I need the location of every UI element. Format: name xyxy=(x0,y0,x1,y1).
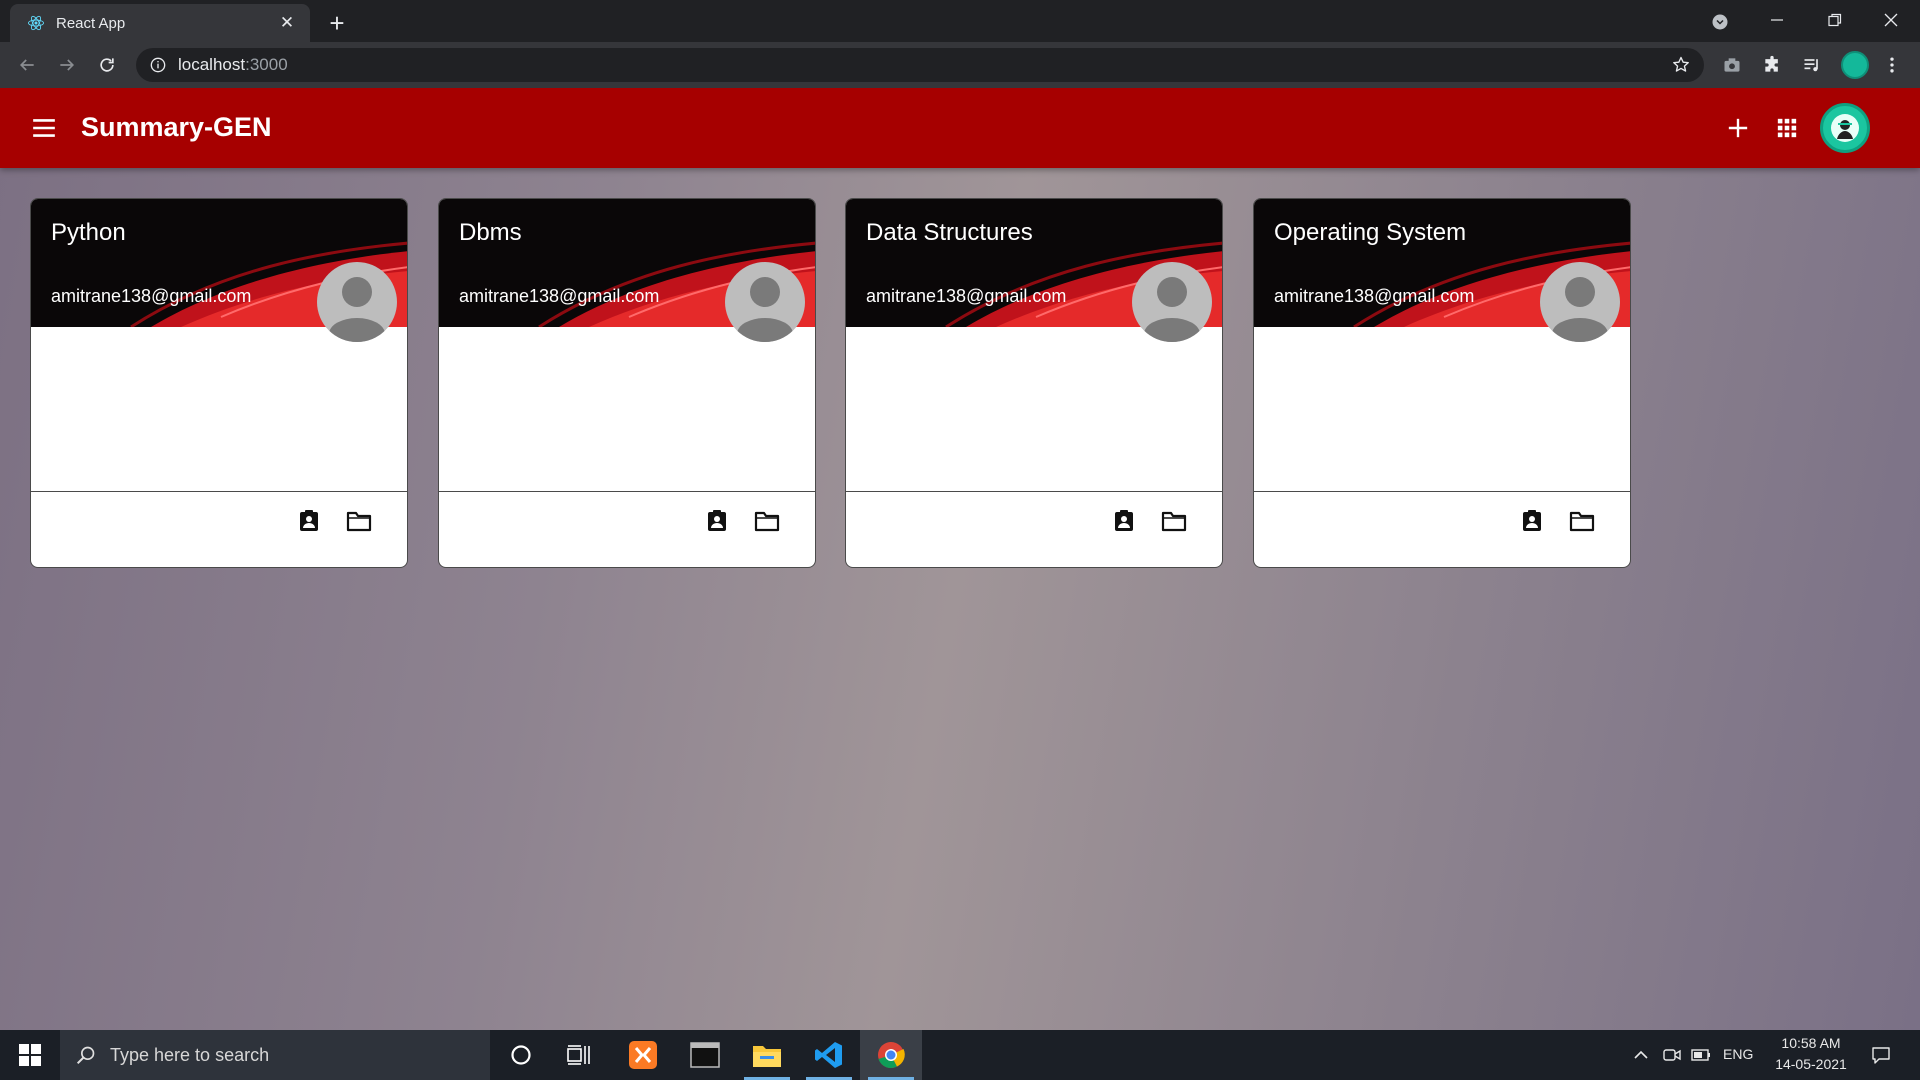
app-title[interactable]: Summary-GEN xyxy=(81,112,272,143)
reload-icon[interactable] xyxy=(93,51,121,79)
taskbar-search-box[interactable]: Type here to search xyxy=(60,1030,490,1080)
class-card[interactable]: Python amitrane138@gmail.com xyxy=(30,198,408,568)
notification-center-icon[interactable] xyxy=(1870,1044,1892,1066)
terminal-icon[interactable] xyxy=(674,1030,736,1080)
class-name[interactable]: Python xyxy=(51,219,126,247)
close-window-icon[interactable] xyxy=(1862,0,1920,40)
app-header: Summary-GEN xyxy=(0,88,1920,168)
search-icon xyxy=(76,1045,96,1065)
xampp-icon[interactable] xyxy=(612,1030,674,1080)
teacher-avatar xyxy=(725,262,805,342)
browser-toolbar: localhost:3000 xyxy=(0,42,1920,88)
teacher-email: amitrane138@gmail.com xyxy=(459,286,660,306)
folder-icon[interactable] xyxy=(752,506,782,536)
tab-close-icon[interactable]: ✕ xyxy=(276,12,298,34)
class-name[interactable]: Data Structures xyxy=(866,219,1033,247)
extensions-puzzle-icon[interactable] xyxy=(1760,53,1784,77)
teacher-avatar xyxy=(1540,262,1620,342)
browser-profile-avatar[interactable] xyxy=(1841,51,1869,79)
class-name[interactable]: Dbms xyxy=(459,219,522,247)
teacher-avatar xyxy=(1132,262,1212,342)
media-queue-icon[interactable] xyxy=(1800,53,1824,77)
file-explorer-icon[interactable] xyxy=(736,1030,798,1080)
new-tab-button[interactable]: + xyxy=(322,8,352,38)
card-footer xyxy=(846,491,1222,567)
assignment-ind-icon[interactable] xyxy=(702,506,732,536)
clock-date[interactable]: 14-05-2021 xyxy=(1768,1056,1854,1072)
cortana-icon[interactable] xyxy=(490,1030,552,1080)
search-placeholder: Type here to search xyxy=(110,1044,270,1065)
menu-icon[interactable] xyxy=(30,114,58,142)
tab-search-icon[interactable] xyxy=(1708,10,1732,34)
browser-tabstrip: React App ✕ + xyxy=(0,0,1920,42)
teacher-email: amitrane138@gmail.com xyxy=(866,286,1067,306)
site-info-icon[interactable] xyxy=(150,57,166,73)
assignment-ind-icon[interactable] xyxy=(1109,506,1139,536)
forward-icon[interactable] xyxy=(53,51,81,79)
class-card[interactable]: Data Structures amitrane138@gmail.com xyxy=(845,198,1223,568)
language-indicator[interactable]: ENG xyxy=(1723,1046,1753,1062)
assignment-ind-icon[interactable] xyxy=(1517,506,1547,536)
card-footer xyxy=(439,491,815,567)
react-icon xyxy=(26,13,46,33)
apps-grid-icon[interactable] xyxy=(1773,114,1801,142)
task-view-icon[interactable] xyxy=(548,1030,610,1080)
tab-title: React App xyxy=(56,14,126,32)
class-card[interactable]: Dbms amitrane138@gmail.com xyxy=(438,198,816,568)
vscode-icon[interactable] xyxy=(798,1030,860,1080)
teacher-avatar xyxy=(317,262,397,342)
meet-now-icon[interactable] xyxy=(1661,1044,1683,1066)
browser-menu-icon[interactable] xyxy=(1880,53,1904,77)
page-content: Summary-GEN Python amitrane138@gmail.com… xyxy=(0,88,1920,1030)
address-bar[interactable]: localhost:3000 xyxy=(136,48,1704,82)
url-host: localhost xyxy=(178,55,246,74)
chrome-icon[interactable] xyxy=(860,1030,922,1080)
class-name[interactable]: Operating System xyxy=(1274,219,1466,247)
restore-icon[interactable] xyxy=(1806,0,1864,40)
clock-time[interactable]: 10:58 AM xyxy=(1776,1035,1846,1051)
teacher-email: amitrane138@gmail.com xyxy=(51,286,252,306)
user-avatar[interactable] xyxy=(1820,103,1870,153)
card-footer xyxy=(1254,491,1630,567)
windows-taskbar: Type here to search ENG 10:58 AM 14-05-2… xyxy=(0,1030,1920,1080)
folder-icon[interactable] xyxy=(344,506,374,536)
bookmark-star-icon[interactable] xyxy=(1670,54,1692,76)
class-card[interactable]: Operating System amitrane138@gmail.com xyxy=(1253,198,1631,568)
windows-start-icon[interactable] xyxy=(0,1030,60,1080)
browser-tab[interactable]: React App ✕ xyxy=(10,4,310,42)
teacher-email: amitrane138@gmail.com xyxy=(1274,286,1475,306)
camera-extension-icon[interactable] xyxy=(1720,53,1744,77)
url-port: :3000 xyxy=(245,55,288,74)
folder-icon[interactable] xyxy=(1159,506,1189,536)
card-footer xyxy=(31,491,407,567)
battery-icon[interactable] xyxy=(1690,1044,1712,1066)
minimize-icon[interactable] xyxy=(1748,0,1806,40)
chevron-up-icon[interactable] xyxy=(1630,1044,1652,1066)
folder-icon[interactable] xyxy=(1567,506,1597,536)
assignment-ind-icon[interactable] xyxy=(294,506,324,536)
back-icon[interactable] xyxy=(13,51,41,79)
add-icon[interactable] xyxy=(1724,114,1752,142)
